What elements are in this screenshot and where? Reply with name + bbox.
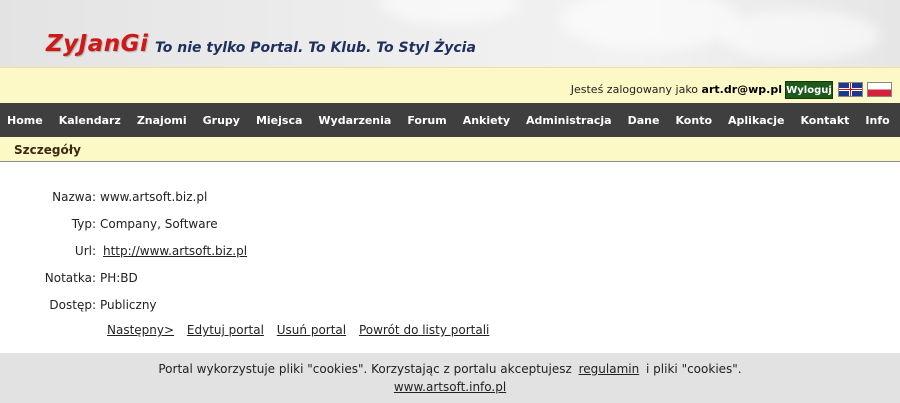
detail-row-url: Url: http://www.artsoft.biz.pl bbox=[0, 238, 900, 258]
nav-item-forum[interactable]: Forum bbox=[407, 114, 446, 127]
nav-item-info[interactable]: Info bbox=[865, 114, 889, 127]
nav-item-polls[interactable]: Ankiety bbox=[463, 114, 510, 127]
site-link[interactable]: www.artsoft.info.pl bbox=[394, 380, 506, 394]
cookies-notice: Portal wykorzystuje pliki "cookies". Kor… bbox=[0, 362, 900, 376]
polish-flag-icon[interactable] bbox=[867, 82, 892, 97]
nav-item-groups[interactable]: Grupy bbox=[203, 114, 240, 127]
type-label: Typ: bbox=[71, 217, 96, 231]
login-prefix: Jesteś zalogowany jako bbox=[570, 83, 699, 96]
note-label: Notatka: bbox=[44, 271, 96, 285]
nav-item-home[interactable]: Home bbox=[7, 114, 43, 127]
username: art.dr@wp.pl bbox=[701, 83, 782, 96]
site-logo[interactable]: ZyJanGi bbox=[46, 31, 148, 57]
nav-item-calendar[interactable]: Kalendarz bbox=[59, 114, 121, 127]
detail-row-type: Typ: Company, Software bbox=[0, 211, 900, 231]
delete-portal-link[interactable]: Usuń portal bbox=[277, 323, 346, 337]
user-bar: Jesteś zalogowany jako art.dr@wp.pl bbox=[0, 67, 900, 103]
main-navigation: Home Kalendarz Znajomi Grupy Miejsca Wyd… bbox=[0, 103, 900, 137]
detail-row-note: Notatka: PH:BD bbox=[0, 265, 900, 285]
english-flag-icon[interactable] bbox=[838, 82, 863, 97]
nav-item-administration[interactable]: Administracja bbox=[526, 114, 612, 127]
cookies-text-1: Portal wykorzystuje pliki "cookies". Kor… bbox=[158, 362, 572, 376]
section-header: Szczegóły bbox=[0, 137, 900, 162]
nav-item-apps[interactable]: Aplikacje bbox=[728, 114, 784, 127]
section-title: Szczegóły bbox=[14, 143, 81, 157]
nav-item-friends[interactable]: Znajomi bbox=[137, 114, 187, 127]
edit-portal-link[interactable]: Edytuj portal bbox=[187, 323, 264, 337]
nav-item-account[interactable]: Konto bbox=[675, 114, 712, 127]
name-label: Nazwa: bbox=[52, 190, 96, 204]
type-value: Company, Software bbox=[100, 217, 218, 231]
nav-item-contact[interactable]: Kontakt bbox=[800, 114, 849, 127]
terms-link[interactable]: regulamin bbox=[579, 362, 640, 376]
nav-item-events[interactable]: Wydarzenia bbox=[318, 114, 391, 127]
access-value: Publiczny bbox=[100, 298, 157, 312]
name-value: www.artsoft.biz.pl bbox=[100, 190, 208, 204]
next-link[interactable]: Następny> bbox=[107, 323, 174, 337]
cookies-text-2: i pliki "cookies". bbox=[646, 362, 742, 376]
note-value: PH:BD bbox=[100, 271, 138, 285]
site-slogan: To nie tylko Portal. To Klub. To Styl Ży… bbox=[155, 40, 476, 56]
portal-actions: Następny> Edytuj portal Usuń portal Powr… bbox=[107, 323, 498, 337]
url-label: Url: bbox=[74, 244, 96, 258]
site-header: ZyJanGi To nie tylko Portal. To Klub. To… bbox=[0, 0, 900, 67]
url-link[interactable]: http://www.artsoft.biz.pl bbox=[103, 244, 247, 258]
detail-row-name: Nazwa: www.artsoft.biz.pl bbox=[0, 184, 900, 204]
nav-item-places[interactable]: Miejsca bbox=[256, 114, 302, 127]
nav-item-data[interactable]: Dane bbox=[628, 114, 660, 127]
back-to-list-link[interactable]: Powrót do listy portali bbox=[359, 323, 489, 337]
login-status: Jesteś zalogowany jako art.dr@wp.pl bbox=[571, 83, 782, 96]
access-label: Dostęp: bbox=[49, 298, 96, 312]
detail-row-access: Dostęp: Publiczny bbox=[0, 292, 900, 312]
site-footer: Portal wykorzystuje pliki "cookies". Kor… bbox=[0, 353, 900, 403]
logout-button[interactable]: Wyloguj bbox=[785, 81, 833, 99]
